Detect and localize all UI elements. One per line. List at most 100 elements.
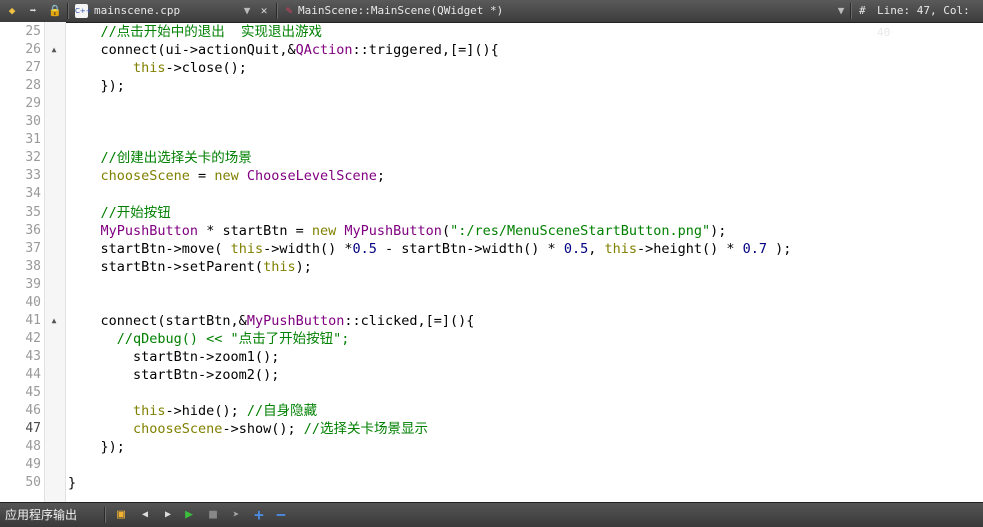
editor-toolbar: ◆ ➡ 🔒 C++ mainscene.cpp ▼ ✕ ✎ MainScene:…	[0, 0, 983, 39]
code-line[interactable]	[68, 95, 983, 113]
code-line[interactable]: //点击开始中的退出 实现退出游戏	[68, 23, 983, 41]
application-output-label[interactable]: 应用程序输出	[5, 503, 77, 527]
code-line[interactable]: }	[68, 474, 983, 492]
next-icon[interactable]: ▶	[160, 507, 176, 523]
line-number: 26	[25, 42, 41, 57]
code-line[interactable]: });	[68, 438, 983, 456]
symbol-dropdown-arrow-icon[interactable]: ▼	[833, 3, 849, 19]
zoom-in-icon[interactable]: +	[251, 507, 267, 523]
stop-icon[interactable]: ■	[205, 507, 221, 523]
line-number: 28	[25, 78, 41, 93]
code-token: ,	[588, 241, 605, 257]
code-line[interactable]: chooseScene = new ChooseLevelScene;	[68, 167, 983, 185]
zoom-out-icon[interactable]: −	[273, 507, 289, 523]
code-token: ->show();	[222, 421, 304, 437]
back-arrow-icon[interactable]: ◆	[4, 3, 20, 19]
symbol-path-dropdown[interactable]: MainScene::MainScene(QWidget *)	[298, 0, 503, 22]
code-line[interactable]	[68, 131, 983, 149]
code-line[interactable]: this->hide(); //自身隐藏	[68, 402, 983, 420]
code-line[interactable]: startBtn->zoom2();	[68, 366, 983, 384]
code-line[interactable]: connect(ui->actionQuit,&QAction::trigger…	[68, 41, 983, 59]
code-token: startBtn->zoom2();	[68, 367, 280, 383]
code-token: startBtn->move(	[68, 241, 231, 257]
code-line[interactable]: this->close();	[68, 59, 983, 77]
code-line[interactable]: });	[68, 77, 983, 95]
code-token: ChooseLevelScene	[246, 168, 377, 184]
code-token: chooseScene	[133, 421, 223, 437]
code-token: QAction	[295, 42, 353, 58]
code-line[interactable]: chooseScene->show(); //选择关卡场景显示	[68, 420, 983, 438]
symbol-pencil-icon: ✎	[285, 4, 293, 17]
code-token: new	[214, 168, 239, 184]
run-icon[interactable]: ▶	[181, 507, 197, 523]
line-number: 42	[25, 331, 41, 346]
code-token: chooseScene	[100, 168, 190, 184]
code-token: ":/res/MenuSceneStartButton.png"	[450, 223, 711, 239]
line-number: 45	[25, 385, 41, 400]
code-token: ->width() *	[263, 241, 353, 257]
fold-marker-icon[interactable]: ▲	[49, 312, 59, 330]
lock-icon: 🔒	[48, 4, 62, 17]
line-number: 25	[25, 24, 41, 39]
fold-column	[44, 22, 66, 502]
code-line[interactable]: //创建出选择关卡的场景	[68, 149, 983, 167]
fold-marker-icon[interactable]: ▲	[49, 41, 59, 59]
close-file-button[interactable]: ✕	[256, 3, 272, 19]
code-line[interactable]: MyPushButton * startBtn = new MyPushButt…	[68, 222, 983, 240]
line-number: 50	[25, 475, 41, 490]
code-line[interactable]: startBtn->zoom1();	[68, 348, 983, 366]
line-number: 34	[25, 186, 41, 201]
code-token: });	[68, 439, 125, 455]
code-line[interactable]	[68, 185, 983, 203]
code-token: //开始按钮	[68, 205, 171, 221]
code-token: //点击开始中的退出 实现退出游戏	[68, 24, 323, 40]
code-line[interactable]: startBtn->move( this->width() *0.5 - sta…	[68, 240, 983, 258]
code-token: MyPushButton	[344, 223, 442, 239]
file-name-dropdown[interactable]: mainscene.cpp	[94, 0, 180, 22]
line-number: 48	[25, 439, 41, 454]
previous-icon[interactable]: ◀	[137, 507, 153, 523]
code-line[interactable]: //qDebug() << "点击了开始按钮";	[68, 330, 983, 348]
code-line[interactable]	[68, 276, 983, 294]
code-token: );	[710, 223, 727, 239]
code-token: //qDebug() << "点击了开始按钮";	[68, 331, 350, 347]
line-number: 33	[25, 168, 41, 183]
code-token: this	[604, 241, 637, 257]
code-token: startBtn->zoom1();	[68, 349, 280, 365]
code-line[interactable]: connect(startBtn,&MyPushButton::clicked,…	[68, 312, 983, 330]
forward-arrow-icon[interactable]: ➡	[25, 3, 41, 19]
code-token: }	[68, 475, 77, 491]
line-number: 35	[25, 205, 41, 220]
code-line[interactable]	[68, 384, 983, 402]
cursor-position[interactable]: Line: 47, Col: 40	[877, 0, 983, 39]
code-token: (	[441, 223, 451, 239]
line-number: 38	[25, 259, 41, 274]
code-line[interactable]: //开始按钮	[68, 204, 983, 222]
code-token: this	[133, 60, 166, 76]
code-token: });	[68, 78, 125, 94]
code-line[interactable]: startBtn->setParent(this);	[68, 258, 983, 276]
code-token: MyPushButton	[100, 223, 199, 239]
attach-icon[interactable]: ➤	[228, 507, 244, 523]
code-line[interactable]	[68, 456, 983, 474]
line-number: 46	[25, 403, 41, 418]
code-line[interactable]	[68, 294, 983, 312]
code-token: );	[295, 259, 312, 275]
code-token: MyPushButton	[246, 313, 345, 329]
cpp-file-icon: C++	[75, 4, 92, 18]
line-number: 44	[25, 367, 41, 382]
line-number: 41	[25, 313, 41, 328]
line-number: 47	[25, 421, 41, 436]
clear-output-icon[interactable]: ▣	[113, 507, 129, 523]
dropdown-arrow-icon[interactable]: ▼	[239, 3, 255, 19]
code-token: //创建出选择关卡的场景	[68, 150, 252, 166]
code-line[interactable]	[68, 113, 983, 131]
code-token: 0.5	[352, 241, 377, 257]
code-token: connect(startBtn,&	[68, 313, 247, 329]
code-token: ->height() *	[636, 241, 743, 257]
line-number: 43	[25, 349, 41, 364]
